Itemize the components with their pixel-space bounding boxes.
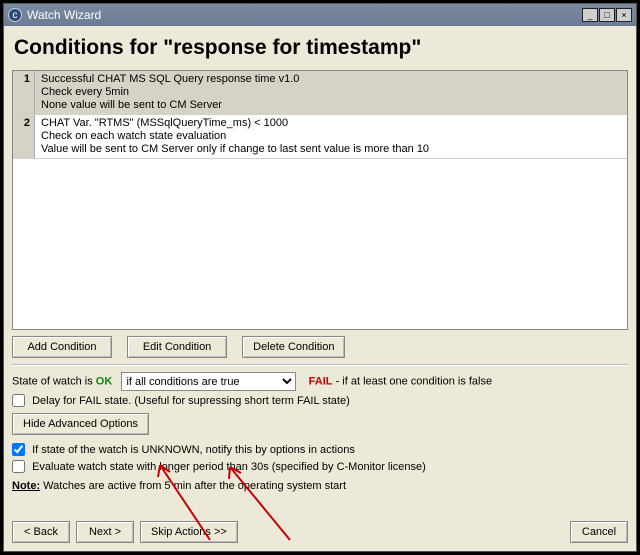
nav-buttons: < Back Next > Skip Actions >> Cancel [12,521,628,543]
row-body: CHAT Var. "RTMS" (MSSqlQueryTime_ms) < 1… [35,115,435,158]
cond-line: CHAT Var. "RTMS" (MSSqlQueryTime_ms) < 1… [41,117,429,130]
state-ok: OK [96,376,113,388]
cancel-button[interactable]: Cancel [570,521,628,543]
note-label: Note: [12,480,40,492]
cond-line: Value will be sent to CM Server only if … [41,143,429,156]
row-index: 1 [13,71,35,114]
cond-line: None value will be sent to CM Server [41,99,299,112]
window-title: Watch Wizard [27,8,582,22]
longer-check-label[interactable]: Evaluate watch state with longer period … [12,460,426,474]
cond-line: Check on each watch state evaluation [41,130,429,143]
longer-text: Evaluate watch state with longer period … [32,461,426,473]
state-fail: FAIL [309,376,333,388]
page-title: Conditions for "response for timestamp" [14,36,628,60]
note-line: Note: Watches are active from 5 min afte… [12,480,628,492]
note-text: Watches are active from 5 min after the … [43,480,346,492]
unknown-text: If state of the watch is UNKNOWN, notify… [32,444,355,456]
state-pre: State of watch is [12,376,96,388]
table-row[interactable]: 2 CHAT Var. "RTMS" (MSSqlQueryTime_ms) <… [13,115,627,159]
maximize-button[interactable]: □ [599,8,615,22]
conditions-table[interactable]: 1 Successful CHAT MS SQL Query response … [12,70,628,330]
add-condition-button[interactable]: Add Condition [12,336,112,358]
app-icon: c [8,8,22,22]
longer-checkbox[interactable] [12,460,25,473]
delay-text: Delay for FAIL state. (Useful for supres… [32,395,350,407]
state-line: State of watch is OK if all conditions a… [12,372,628,391]
close-button[interactable]: × [616,8,632,22]
cond-line: Successful CHAT MS SQL Query response ti… [41,73,299,86]
row-index: 2 [13,115,35,158]
unknown-check-label[interactable]: If state of the watch is UNKNOWN, notify… [12,443,355,457]
divider [12,364,628,366]
edit-condition-button[interactable]: Edit Condition [127,336,227,358]
content-area: Conditions for "response for timestamp" … [4,26,636,551]
state-select[interactable]: if all conditions are true [121,372,296,391]
delay-check-label[interactable]: Delay for FAIL state. (Useful for supres… [12,394,350,408]
window-frame: c Watch Wizard _ □ × Conditions for "res… [3,3,637,552]
delete-condition-button[interactable]: Delete Condition [242,336,345,358]
table-row[interactable]: 1 Successful CHAT MS SQL Query response … [13,71,627,115]
back-button[interactable]: < Back [12,521,70,543]
titlebar: c Watch Wizard _ □ × [4,4,636,26]
cond-line: Check every 5min [41,86,299,99]
minimize-button[interactable]: _ [582,8,598,22]
unknown-checkbox[interactable] [12,443,25,456]
delay-checkbox[interactable] [12,394,25,407]
row-body: Successful CHAT MS SQL Query response ti… [35,71,305,114]
next-button[interactable]: Next > [76,521,134,543]
hide-advanced-button[interactable]: Hide Advanced Options [12,413,149,435]
skip-actions-button[interactable]: Skip Actions >> [140,521,238,543]
state-post: - if at least one condition is false [336,376,493,388]
